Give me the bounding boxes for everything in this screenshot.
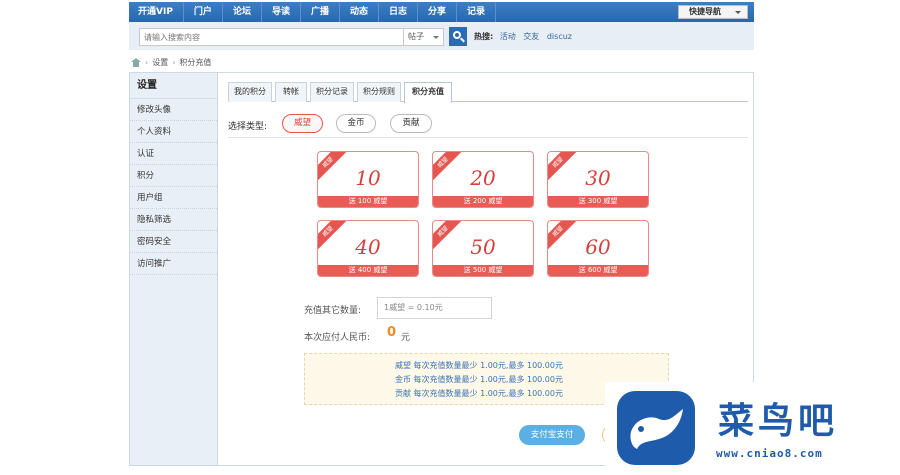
hot-search-link[interactable]: 活动 xyxy=(500,32,516,41)
recharge-card[interactable]: 威望 60 送 600 威望 xyxy=(547,220,649,277)
chevron-down-icon xyxy=(735,11,741,14)
sidebar-item-credits[interactable]: 积分 xyxy=(130,165,217,187)
chevron-down-icon xyxy=(433,36,439,39)
breadcrumb: › 设置 › 积分充值 xyxy=(131,57,211,68)
sidebar-item-promotion[interactable]: 访问推广 xyxy=(130,253,217,275)
card-bonus: 送 500 威望 xyxy=(433,265,533,276)
hot-search-link[interactable]: discuz xyxy=(547,32,572,41)
hot-search: 热搜: 活动 交友 discuz xyxy=(474,31,577,42)
alipay-pay-button[interactable]: 支付宝支付 xyxy=(519,425,585,445)
nav-forum[interactable]: 论坛 xyxy=(223,2,262,22)
type-select-label: 选择类型: xyxy=(228,122,268,132)
credit-tabs: 我的积分 转帐 积分记录 积分规则 积分充值 xyxy=(228,82,748,103)
sidebar-item-privacy[interactable]: 隐私筛选 xyxy=(130,209,217,231)
tab-my-credits[interactable]: 我的积分 xyxy=(228,82,272,102)
bird-logo-icon xyxy=(617,391,695,465)
tab-credit-recharge[interactable]: 积分充值 xyxy=(404,82,452,103)
card-bonus: 送 100 威望 xyxy=(318,196,418,207)
card-bonus: 送 300 威望 xyxy=(548,196,648,207)
nav-vip[interactable]: 开通VIP xyxy=(129,2,184,22)
nav-blog[interactable]: 日志 xyxy=(379,2,419,22)
tab-credit-rules[interactable]: 积分规则 xyxy=(357,82,401,102)
notice-line: 金币 每次充值数量最少 1.00元,最多 100.00元 xyxy=(395,375,563,384)
nav-broadcast[interactable]: 广播 xyxy=(301,2,340,22)
card-amount: 40 xyxy=(355,235,381,259)
top-nav: 开通VIP 门户 论坛 导读 广播 动态 日志 分享 记录 xyxy=(129,2,754,22)
nav-guide[interactable]: 导读 xyxy=(262,2,301,22)
top-nav-bar: 开通VIP 门户 论坛 导读 广播 动态 日志 分享 记录 快捷导航 xyxy=(129,2,754,22)
other-amount-input[interactable]: 1威望 = 0.10元 xyxy=(377,297,492,319)
watermark-brand: 菜鸟吧 xyxy=(718,400,839,442)
card-amount: 20 xyxy=(470,166,496,190)
recharge-card[interactable]: 威望 50 送 500 威望 xyxy=(432,220,534,277)
notice-line: 威望 每次充值数量最少 1.00元,最多 100.00元 xyxy=(395,361,563,370)
sidebar-item-verify[interactable]: 认证 xyxy=(130,143,217,165)
recharge-card[interactable]: 威望 40 送 400 威望 xyxy=(317,220,419,277)
card-bonus: 送 400 威望 xyxy=(318,265,418,276)
card-amount: 30 xyxy=(585,166,611,190)
sidebar-item-usergroup[interactable]: 用户组 xyxy=(130,187,217,209)
breadcrumb-item[interactable]: 设置 xyxy=(152,57,168,68)
watermark-url: www.cniao8.com xyxy=(716,447,823,460)
hot-search-label: 热搜: xyxy=(474,32,494,41)
nav-feed[interactable]: 动态 xyxy=(340,2,379,22)
card-bonus: 送 600 威望 xyxy=(548,265,648,276)
sidebar-item-profile[interactable]: 个人资料 xyxy=(130,121,217,143)
breadcrumb-separator: › xyxy=(145,58,149,67)
breadcrumb-separator: › xyxy=(172,58,176,67)
sidebar: 设置 修改头像 个人资料 认证 积分 用户组 隐私筛选 密码安全 访问推广 xyxy=(130,73,218,465)
tab-transfer[interactable]: 转帐 xyxy=(275,82,307,102)
card-amount: 10 xyxy=(355,166,381,190)
recharge-card[interactable]: 威望 30 送 300 威望 xyxy=(547,151,649,208)
nav-record[interactable]: 记录 xyxy=(457,2,497,22)
hot-search-link[interactable]: 交友 xyxy=(523,32,539,41)
type-option-gold[interactable]: 金币 xyxy=(336,114,376,133)
search-icon-handle xyxy=(460,37,465,43)
type-option-contribution[interactable]: 贡献 xyxy=(390,114,432,133)
recharge-card[interactable]: 威望 10 送 100 威望 xyxy=(317,151,419,208)
card-amount: 50 xyxy=(470,235,496,259)
search-bar: 帖子 热搜: 活动 交友 discuz xyxy=(129,22,754,50)
sidebar-item-avatar[interactable]: 修改头像 xyxy=(130,99,217,121)
home-icon[interactable] xyxy=(131,58,141,67)
search-input[interactable] xyxy=(140,29,403,45)
type-select-row: 选择类型: 威望 金币 贡献 xyxy=(228,112,748,138)
search-type-label: 帖子 xyxy=(408,32,424,41)
notice-line: 贡献 每次充值数量最少 1.00元,最多 100.00元 xyxy=(395,389,563,398)
card-amount: 60 xyxy=(585,235,611,259)
pay-amount-value: 0 xyxy=(387,325,397,340)
breadcrumb-item: 积分充值 xyxy=(179,58,212,67)
sidebar-item-password[interactable]: 密码安全 xyxy=(130,231,217,253)
quick-nav-label: 快捷导航 xyxy=(689,7,721,16)
card-bonus: 送 200 威望 xyxy=(433,196,533,207)
type-option-prestige[interactable]: 威望 xyxy=(282,114,323,133)
nav-share[interactable]: 分享 xyxy=(418,2,458,22)
nav-portal[interactable]: 门户 xyxy=(184,2,223,22)
quick-nav-button[interactable]: 快捷导航 xyxy=(678,5,748,19)
search-type-select[interactable]: 帖子 xyxy=(404,28,444,46)
search-button[interactable] xyxy=(449,27,467,46)
tab-credit-log[interactable]: 积分记录 xyxy=(310,82,354,102)
pay-amount-label: 本次应付人民币: xyxy=(304,333,371,343)
sidebar-title: 设置 xyxy=(130,73,217,99)
pay-amount-unit: 元 xyxy=(401,333,411,343)
recharge-card[interactable]: 威望 20 送 200 威望 xyxy=(432,151,534,208)
other-amount-label: 充值其它数量: xyxy=(304,306,362,316)
search-input-wrap xyxy=(139,28,404,46)
